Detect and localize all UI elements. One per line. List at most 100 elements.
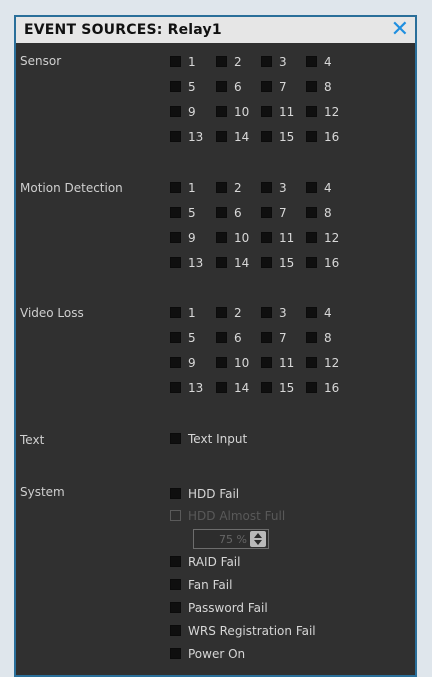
sensor-checkbox[interactable]: 2 bbox=[216, 49, 261, 74]
checkbox-box[interactable] bbox=[170, 648, 181, 659]
sensor-checkbox[interactable]: 7 bbox=[261, 74, 306, 99]
power-on-checkbox[interactable]: Power On bbox=[170, 643, 245, 664]
checkbox-box[interactable] bbox=[261, 81, 272, 92]
motion-checkbox[interactable]: 4 bbox=[306, 175, 351, 200]
sensor-checkbox[interactable]: 8 bbox=[306, 74, 351, 99]
checkbox-box[interactable] bbox=[261, 56, 272, 67]
checkbox-box[interactable] bbox=[306, 307, 317, 318]
text-input-checkbox[interactable]: Text Input bbox=[170, 428, 247, 449]
checkbox-box[interactable] bbox=[306, 232, 317, 243]
video-loss-checkbox[interactable]: 5 bbox=[170, 325, 216, 350]
checkbox-box[interactable] bbox=[170, 106, 181, 117]
checkbox-box[interactable] bbox=[216, 56, 227, 67]
checkbox-box[interactable] bbox=[170, 488, 181, 499]
video-loss-checkbox[interactable]: 3 bbox=[261, 300, 306, 325]
video-loss-checkbox[interactable]: 14 bbox=[216, 375, 261, 400]
checkbox-box[interactable] bbox=[170, 182, 181, 193]
sensor-checkbox[interactable]: 9 bbox=[170, 99, 216, 124]
sensor-checkbox[interactable]: 1 bbox=[170, 49, 216, 74]
motion-checkbox[interactable]: 8 bbox=[306, 200, 351, 225]
sensor-checkbox[interactable]: 6 bbox=[216, 74, 261, 99]
checkbox-box[interactable] bbox=[216, 182, 227, 193]
video-loss-checkbox[interactable]: 2 bbox=[216, 300, 261, 325]
video-loss-checkbox[interactable]: 15 bbox=[261, 375, 306, 400]
checkbox-box[interactable] bbox=[306, 182, 317, 193]
sensor-checkbox[interactable]: 3 bbox=[261, 49, 306, 74]
motion-checkbox[interactable]: 7 bbox=[261, 200, 306, 225]
sensor-checkbox[interactable]: 4 bbox=[306, 49, 351, 74]
checkbox-box[interactable] bbox=[216, 207, 227, 218]
sensor-checkbox[interactable]: 14 bbox=[216, 124, 261, 149]
motion-checkbox[interactable]: 10 bbox=[216, 225, 261, 250]
motion-checkbox[interactable]: 16 bbox=[306, 250, 351, 275]
motion-checkbox[interactable]: 1 bbox=[170, 175, 216, 200]
checkbox-box[interactable] bbox=[170, 257, 181, 268]
motion-checkbox[interactable]: 3 bbox=[261, 175, 306, 200]
checkbox-box[interactable] bbox=[261, 182, 272, 193]
checkbox-box[interactable] bbox=[261, 207, 272, 218]
checkbox-box[interactable] bbox=[306, 332, 317, 343]
checkbox-box[interactable] bbox=[170, 433, 181, 444]
checkbox-box[interactable] bbox=[306, 257, 317, 268]
motion-checkbox[interactable]: 5 bbox=[170, 200, 216, 225]
video-loss-checkbox[interactable]: 11 bbox=[261, 350, 306, 375]
checkbox-box[interactable] bbox=[170, 232, 181, 243]
video-loss-checkbox[interactable]: 9 bbox=[170, 350, 216, 375]
checkbox-box[interactable] bbox=[170, 579, 181, 590]
checkbox-box[interactable] bbox=[306, 131, 317, 142]
motion-checkbox[interactable]: 12 bbox=[306, 225, 351, 250]
checkbox-box[interactable] bbox=[261, 357, 272, 368]
checkbox-box[interactable] bbox=[216, 131, 227, 142]
close-icon[interactable]: ✕ bbox=[391, 19, 409, 41]
checkbox-box[interactable] bbox=[216, 307, 227, 318]
checkbox-box[interactable] bbox=[306, 106, 317, 117]
motion-checkbox[interactable]: 15 bbox=[261, 250, 306, 275]
sensor-checkbox[interactable]: 12 bbox=[306, 99, 351, 124]
video-loss-checkbox[interactable]: 12 bbox=[306, 350, 351, 375]
checkbox-box[interactable] bbox=[261, 257, 272, 268]
video-loss-checkbox[interactable]: 1 bbox=[170, 300, 216, 325]
sensor-checkbox[interactable]: 11 bbox=[261, 99, 306, 124]
motion-checkbox[interactable]: 13 bbox=[170, 250, 216, 275]
motion-checkbox[interactable]: 6 bbox=[216, 200, 261, 225]
motion-checkbox[interactable]: 11 bbox=[261, 225, 306, 250]
wrs-registration-fail-checkbox[interactable]: WRS Registration Fail bbox=[170, 620, 316, 641]
checkbox-box[interactable] bbox=[306, 81, 317, 92]
checkbox-box[interactable] bbox=[216, 81, 227, 92]
checkbox-box[interactable] bbox=[170, 382, 181, 393]
checkbox-box[interactable] bbox=[170, 357, 181, 368]
checkbox-box[interactable] bbox=[170, 625, 181, 636]
checkbox-box[interactable] bbox=[306, 357, 317, 368]
checkbox-box[interactable] bbox=[170, 332, 181, 343]
motion-checkbox[interactable]: 14 bbox=[216, 250, 261, 275]
sensor-checkbox[interactable]: 5 bbox=[170, 74, 216, 99]
password-fail-checkbox[interactable]: Password Fail bbox=[170, 597, 268, 618]
checkbox-box[interactable] bbox=[261, 232, 272, 243]
hdd-fail-checkbox[interactable]: HDD Fail bbox=[170, 483, 239, 504]
checkbox-box[interactable] bbox=[216, 382, 227, 393]
checkbox-box[interactable] bbox=[170, 556, 181, 567]
video-loss-checkbox[interactable]: 8 bbox=[306, 325, 351, 350]
video-loss-checkbox[interactable]: 7 bbox=[261, 325, 306, 350]
checkbox-box[interactable] bbox=[170, 81, 181, 92]
sensor-checkbox[interactable]: 15 bbox=[261, 124, 306, 149]
checkbox-box[interactable] bbox=[170, 56, 181, 67]
checkbox-box[interactable] bbox=[216, 357, 227, 368]
checkbox-box[interactable] bbox=[261, 382, 272, 393]
motion-checkbox[interactable]: 9 bbox=[170, 225, 216, 250]
sensor-checkbox[interactable]: 16 bbox=[306, 124, 351, 149]
video-loss-checkbox[interactable]: 4 bbox=[306, 300, 351, 325]
checkbox-box[interactable] bbox=[170, 131, 181, 142]
checkbox-box[interactable] bbox=[170, 602, 181, 613]
raid-fail-checkbox[interactable]: RAID Fail bbox=[170, 551, 240, 572]
checkbox-box[interactable] bbox=[261, 307, 272, 318]
checkbox-box[interactable] bbox=[216, 257, 227, 268]
checkbox-box[interactable] bbox=[261, 131, 272, 142]
video-loss-checkbox[interactable]: 6 bbox=[216, 325, 261, 350]
checkbox-box[interactable] bbox=[170, 207, 181, 218]
checkbox-box[interactable] bbox=[261, 332, 272, 343]
video-loss-checkbox[interactable]: 13 bbox=[170, 375, 216, 400]
video-loss-checkbox[interactable]: 10 bbox=[216, 350, 261, 375]
checkbox-box[interactable] bbox=[170, 307, 181, 318]
checkbox-box[interactable] bbox=[306, 382, 317, 393]
